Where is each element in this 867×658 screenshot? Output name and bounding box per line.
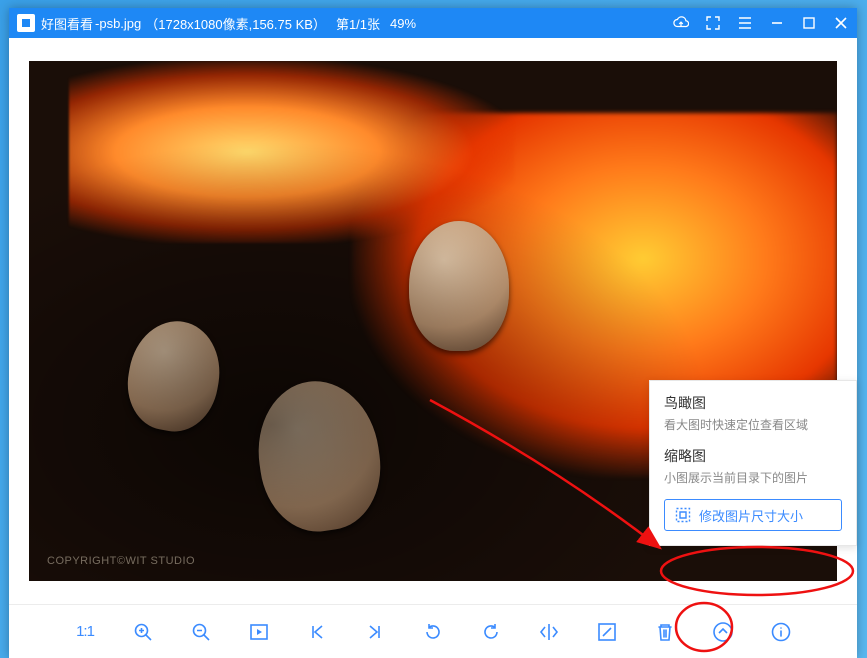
view-options-popup: 鸟瞰图 看大图时快速定位查看区域 缩略图 小图展示当前目录下的图片 修改图片尺寸… — [649, 380, 857, 546]
previous-button[interactable] — [303, 618, 331, 646]
resize-image-button[interactable]: 修改图片尺寸大小 — [664, 499, 842, 531]
app-logo-icon — [17, 14, 35, 32]
birdseye-desc: 看大图时快速定位查看区域 — [664, 417, 842, 434]
more-options-button[interactable] — [709, 618, 737, 646]
close-button[interactable] — [833, 15, 849, 31]
image-position: 第1/1张 — [336, 14, 380, 33]
menu-icon[interactable] — [737, 15, 753, 31]
actual-size-button[interactable]: 1:1 — [71, 618, 99, 646]
maximize-button[interactable] — [801, 15, 817, 31]
rotate-right-button[interactable] — [477, 618, 505, 646]
bottom-toolbar: 1:1 — [9, 604, 857, 658]
minimize-button[interactable] — [769, 15, 785, 31]
cloud-upload-icon[interactable] — [673, 15, 689, 31]
resize-label: 修改图片尺寸大小 — [699, 506, 803, 525]
flip-button[interactable] — [535, 618, 563, 646]
image-copyright: COPYRIGHT©WIT STUDIO — [47, 555, 195, 567]
titlebar: 好图看看 -psb.jpg （1728x1080像素,156.75 KB） 第1… — [9, 8, 857, 38]
image-viewer-window: 好图看看 -psb.jpg （1728x1080像素,156.75 KB） 第1… — [9, 8, 857, 658]
thumbnails-desc: 小图展示当前目录下的图片 — [664, 470, 842, 487]
birdseye-title: 鸟瞰图 — [664, 393, 842, 413]
window-controls — [673, 15, 849, 31]
thumbnails-title: 缩略图 — [664, 446, 842, 466]
zoom-in-button[interactable] — [129, 618, 157, 646]
edit-button[interactable] — [593, 618, 621, 646]
zoom-out-button[interactable] — [187, 618, 215, 646]
image-viewport[interactable]: COPYRIGHT©WIT STUDIO 鸟瞰图 看大图时快速定位查看区域 缩略… — [9, 38, 857, 604]
rotate-left-button[interactable] — [419, 618, 447, 646]
file-dimensions: （1728x1080像素,156.75 KB） — [145, 14, 326, 33]
fullscreen-icon[interactable] — [705, 15, 721, 31]
info-button[interactable] — [767, 618, 795, 646]
zoom-level: 49% — [390, 16, 416, 31]
slideshow-button[interactable] — [245, 618, 273, 646]
app-name: 好图看看 — [41, 14, 93, 33]
file-name: -psb.jpg — [95, 16, 141, 31]
next-button[interactable] — [361, 618, 389, 646]
delete-button[interactable] — [651, 618, 679, 646]
